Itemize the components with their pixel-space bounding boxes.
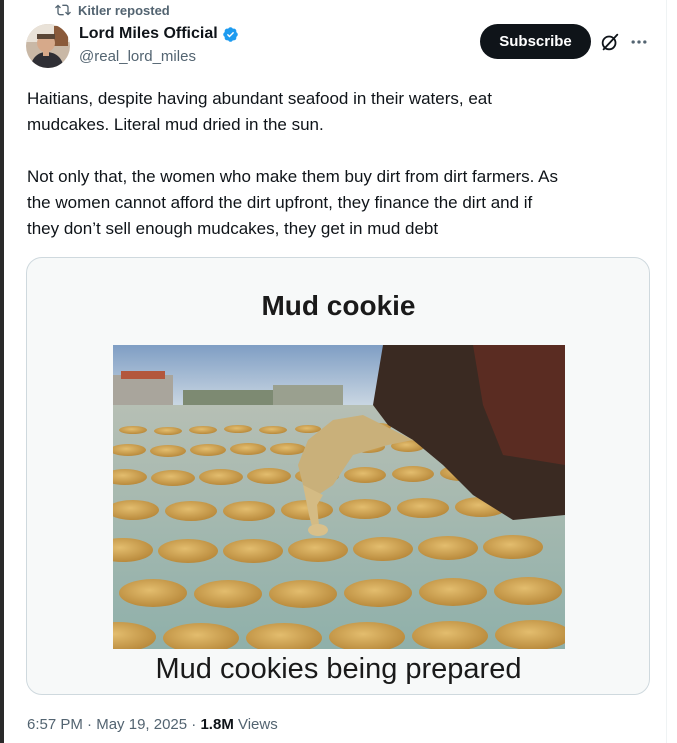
author-name[interactable]: Lord Miles Official	[79, 25, 218, 43]
repost-indicator[interactable]: Kitler reposted	[54, 1, 170, 19]
grok-icon[interactable]	[599, 31, 621, 53]
verified-badge-icon	[222, 26, 238, 42]
author-handle[interactable]: @real_lord_miles	[79, 48, 239, 65]
tweet-date[interactable]: May 19, 2025	[96, 716, 187, 733]
tweet-line: Not only that, the women who make them b…	[27, 167, 558, 186]
window-left-edge	[0, 0, 4, 743]
views-label: Views	[233, 716, 278, 733]
avatar[interactable]	[26, 24, 70, 68]
tweet-line: the women cannot afford the dirt upfront…	[27, 193, 533, 212]
tweet-text: Haitians, despite having abundant seafoo…	[27, 86, 647, 242]
media-caption: Mud cookies being prepared	[155, 653, 522, 685]
tweet-line: they don’t sell enough mudcakes, they ge…	[27, 219, 439, 238]
repost-icon	[55, 4, 71, 16]
media-title: Mud cookie	[261, 290, 416, 321]
meta-separator: ·	[187, 716, 201, 733]
tweet-time[interactable]: 6:57 PM	[27, 716, 83, 733]
repost-label: Kitler reposted	[78, 2, 170, 18]
more-options-icon[interactable]	[629, 32, 649, 52]
views-count[interactable]: 1.8M	[200, 716, 233, 733]
avatar-photo	[26, 24, 70, 68]
meta-separator: ·	[82, 716, 97, 733]
tweet-line: Haitians, despite having abundant seafoo…	[27, 89, 492, 108]
timeline-border	[666, 0, 667, 743]
media-photo[interactable]	[113, 345, 565, 649]
tweet-meta: 6:57 PM · May 19, 2025 · 1.8M Views	[27, 716, 278, 733]
mud-cookies-photo	[113, 345, 565, 649]
subscribe-button[interactable]: Subscribe	[480, 24, 591, 59]
tweet-line: mudcakes. Literal mud dried in the sun.	[27, 115, 324, 134]
author-block[interactable]: Lord Miles Official @real_lord_miles	[79, 23, 239, 65]
